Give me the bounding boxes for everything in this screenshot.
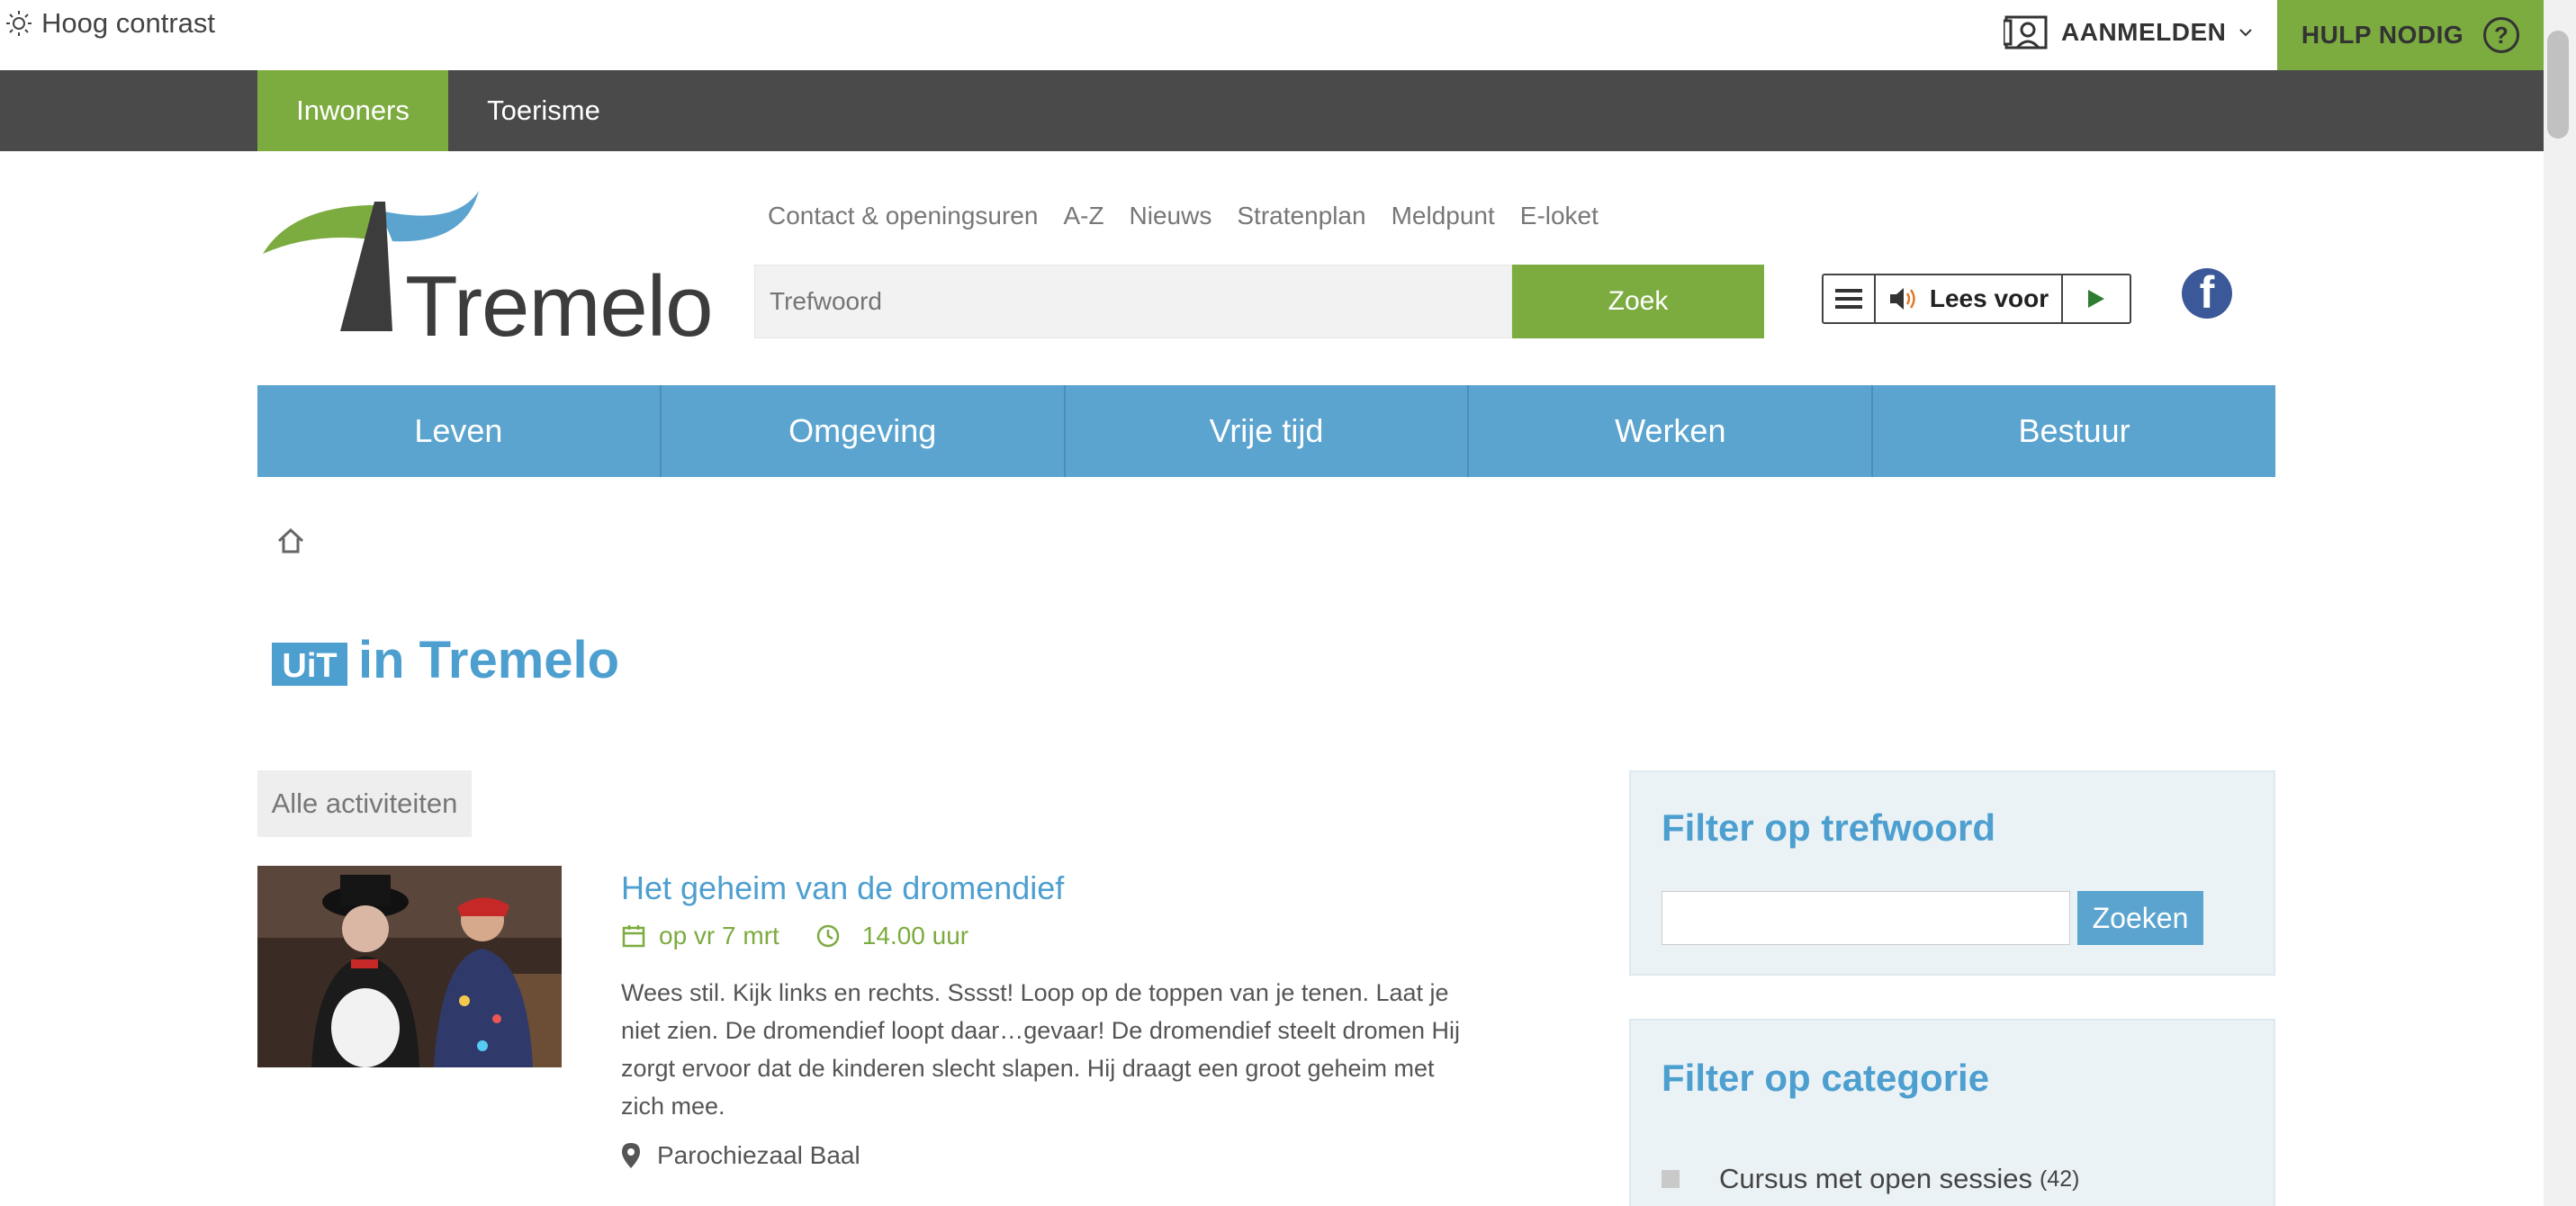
chevron-down-icon [2239, 29, 2253, 37]
scrollbar-thumb[interactable] [2547, 31, 2569, 139]
read-aloud-label: Lees voor [1929, 284, 2049, 312]
clock-icon [816, 924, 840, 948]
category-filter-title: Filter op categorie [1662, 1057, 1990, 1099]
map-pin-icon [622, 1143, 640, 1168]
sun-icon [6, 11, 32, 36]
category-count: (42) [2040, 1166, 2080, 1192]
quicklink-nieuws[interactable]: Nieuws [1130, 202, 1212, 230]
reader-menu-button[interactable] [1824, 275, 1876, 322]
uit-logo-text: UiT [282, 647, 337, 685]
keyword-filter-panel: Filter op trefwoord Zoeken [1629, 770, 2275, 976]
audience-tabbar: Inwoners Toerisme [0, 70, 2544, 151]
event-location: Parochiezaal Baal [621, 1141, 860, 1170]
category-label: Cursus met open sessies [1719, 1163, 2033, 1194]
high-contrast-toggle[interactable]: Hoog contrast [5, 7, 215, 40]
id-card-icon [2004, 15, 2048, 50]
search-button[interactable]: Zoek [1512, 265, 1764, 338]
keyword-filter-button[interactable]: Zoeken [2077, 891, 2203, 945]
event-location-label: Parochiezaal Baal [657, 1141, 860, 1169]
logo-text: Tremelo [405, 258, 714, 355]
play-button[interactable] [2063, 275, 2130, 322]
event-description: Wees stil. Kijk links en rechts. Sssst! … [621, 979, 1460, 1120]
page-title: in Tremelo [358, 631, 620, 689]
event-meta: op vr 7 mrt 14.00 uur [621, 922, 968, 950]
event-time: 14.00 uur [861, 922, 969, 950]
calendar-icon [622, 925, 645, 948]
read-aloud-button[interactable]: Lees voor [1876, 275, 2063, 322]
keyword-filter-input[interactable] [1662, 891, 2070, 945]
event-title-link[interactable]: Het geheim van de dromendief [621, 869, 1064, 907]
home-icon[interactable] [275, 526, 306, 556]
nav-vrije-tijd[interactable]: Vrije tijd [1066, 385, 1470, 477]
nav-bestuur[interactable]: Bestuur [1873, 385, 2275, 477]
category-checkbox[interactable] [1662, 1170, 1680, 1188]
tab-inwoners[interactable]: Inwoners [257, 70, 448, 151]
read-aloud-widget: Lees voor [1822, 274, 2131, 324]
play-icon [2088, 290, 2104, 308]
nav-leven[interactable]: Leven [257, 385, 662, 477]
event-image[interactable] [257, 866, 562, 1067]
quicklink-az[interactable]: A-Z [1063, 202, 1103, 230]
uit-logo: UiT [272, 643, 347, 686]
nav-omgeving[interactable]: Omgeving [662, 385, 1066, 477]
all-activities-button[interactable]: Alle activiteiten [257, 770, 472, 837]
quicklink-contact[interactable]: Contact & openingsuren [768, 202, 1038, 230]
login-label: AANMELDEN [2061, 18, 2227, 46]
high-contrast-label: Hoog contrast [41, 7, 215, 39]
tab-toerisme[interactable]: Toerisme [448, 70, 639, 151]
category-item[interactable]: Cursus met open sessies (42) [1662, 1163, 2080, 1195]
scrollbar-track[interactable] [2544, 0, 2576, 1206]
nav-werken[interactable]: Werken [1469, 385, 1874, 477]
login-button[interactable]: AANMELDEN [2004, 9, 2253, 56]
category-filter-panel: Filter op categorie Cursus met open sess… [1629, 1019, 2275, 1206]
facebook-icon[interactable]: f [2182, 268, 2232, 319]
utility-bar: Hoog contrast AANMELDEN HULP NODIG ? [0, 0, 2544, 70]
search-input[interactable] [754, 265, 1512, 338]
keyword-filter-title: Filter op trefwoord [1662, 806, 1995, 849]
event-photo [257, 866, 562, 1067]
quicklinks: Contact & openingsuren A-Z Nieuws Strate… [768, 202, 1599, 230]
quicklink-meldpunt[interactable]: Meldpunt [1392, 202, 1495, 230]
main-navigation: Leven Omgeving Vrije tijd Werken Bestuur [257, 385, 2275, 477]
help-label: HULP NODIG [2301, 21, 2464, 49]
help-button[interactable]: HULP NODIG ? [2277, 0, 2544, 70]
event-date: op vr 7 mrt [659, 922, 779, 950]
quicklink-eloket[interactable]: E-loket [1520, 202, 1599, 230]
question-icon: ? [2483, 17, 2520, 53]
speaker-icon [1889, 288, 1915, 310]
quicklink-stratenplan[interactable]: Stratenplan [1237, 202, 1365, 230]
